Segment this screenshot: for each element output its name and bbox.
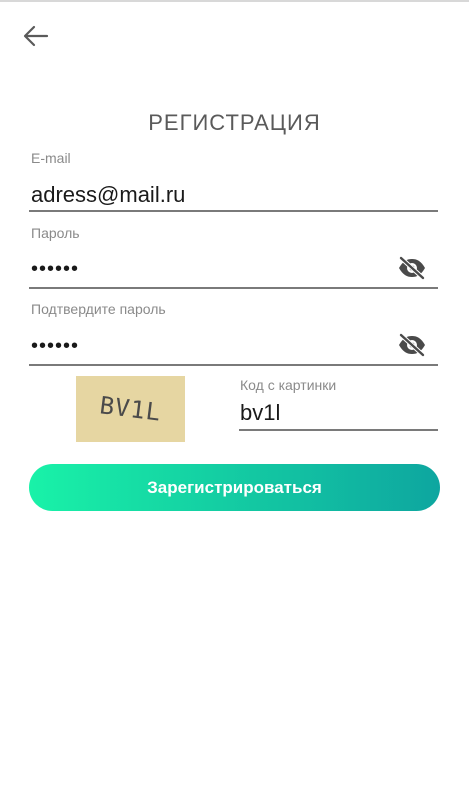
confirm-password-underline xyxy=(29,364,438,366)
confirm-password-label: Подтвердите пароль xyxy=(31,301,166,317)
top-divider xyxy=(0,0,469,2)
captcha-label: Код с картинки xyxy=(240,377,337,393)
captcha-image-text: BV1L xyxy=(98,391,163,427)
email-underline xyxy=(29,210,438,212)
eye-off-icon xyxy=(398,333,426,357)
arrow-left-icon xyxy=(23,25,49,47)
back-button[interactable] xyxy=(18,19,54,53)
confirm-password-visibility-toggle[interactable] xyxy=(396,332,428,358)
page-title: РЕГИСТРАЦИЯ xyxy=(148,110,321,135)
captcha-underline xyxy=(239,429,438,431)
password-visibility-toggle[interactable] xyxy=(396,255,428,281)
captcha-field[interactable] xyxy=(240,399,435,427)
password-field[interactable]: •••••• xyxy=(31,255,381,283)
register-button[interactable]: Зарегистрироваться xyxy=(29,464,440,511)
password-underline xyxy=(29,287,438,289)
eye-off-icon xyxy=(398,256,426,280)
email-field[interactable] xyxy=(31,181,431,209)
confirm-password-field[interactable]: •••••• xyxy=(31,332,381,360)
email-label: E-mail xyxy=(31,150,71,166)
captcha-image: BV1L xyxy=(76,376,185,442)
password-label: Пароль xyxy=(31,225,80,241)
